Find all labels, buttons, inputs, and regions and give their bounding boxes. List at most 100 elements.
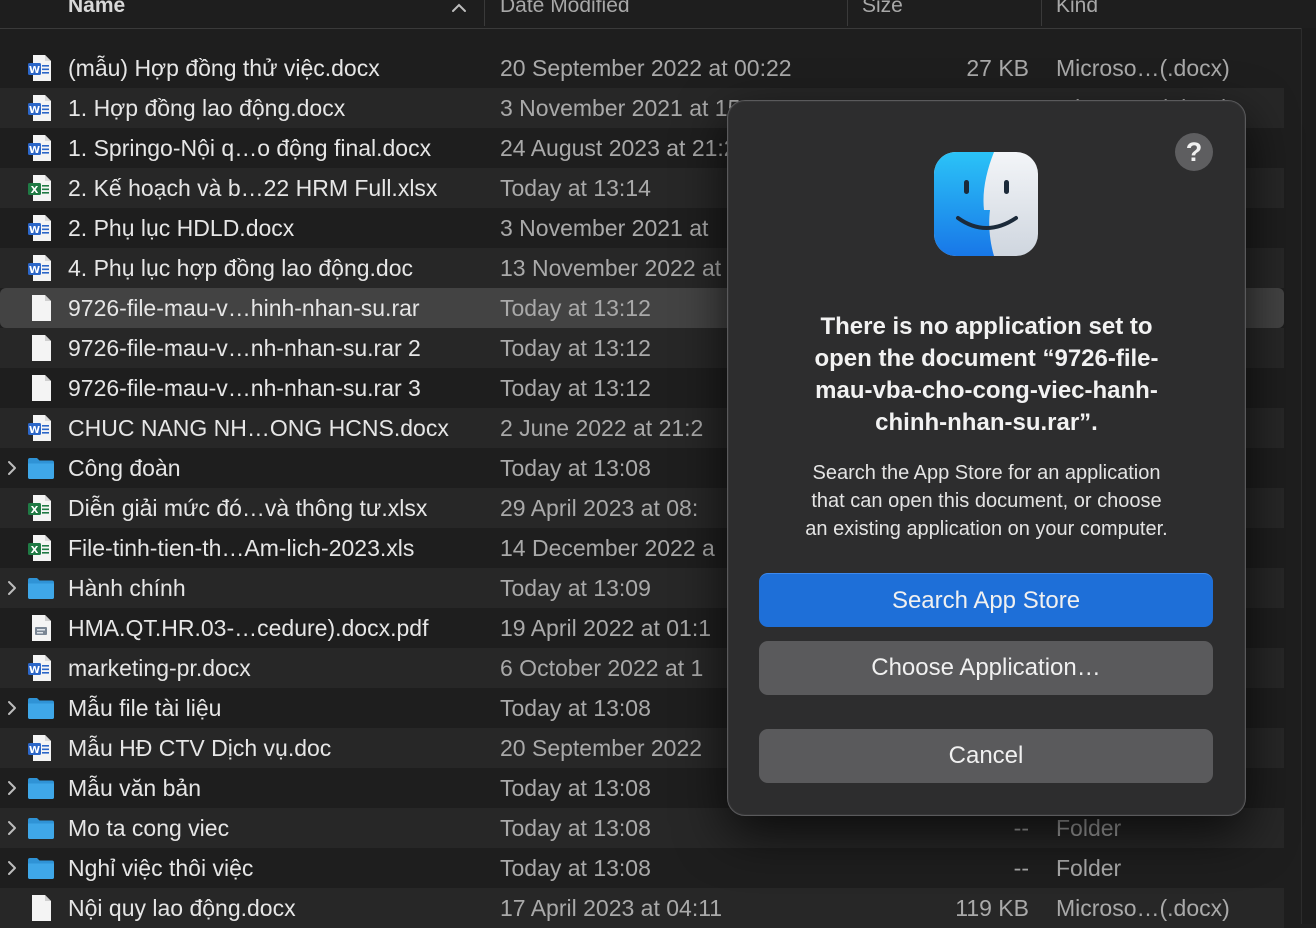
choose-application-button[interactable]: Choose Application… bbox=[759, 641, 1213, 695]
dialog-message: Search the App Store for an application … bbox=[758, 459, 1215, 543]
date-modified: Today at 13:08 bbox=[500, 775, 651, 801]
file-kind: Microso…(.docx) bbox=[1056, 895, 1230, 921]
finder-icon bbox=[934, 152, 1038, 256]
file-size: -- bbox=[1013, 855, 1029, 881]
file-name: Nội quy lao động.docx bbox=[68, 895, 296, 921]
svg-text:W: W bbox=[29, 145, 40, 156]
column-name-header[interactable]: Name bbox=[68, 0, 125, 18]
word-doc-icon: W bbox=[26, 413, 56, 443]
svg-text:W: W bbox=[29, 425, 40, 436]
disclosure-triangle-icon[interactable] bbox=[4, 578, 20, 598]
svg-text:X: X bbox=[31, 505, 39, 516]
column-size-header[interactable]: Size bbox=[862, 0, 903, 18]
date-modified: 2 June 2022 at 21:2 bbox=[500, 415, 704, 441]
vertical-scrollbar[interactable] bbox=[1301, 28, 1316, 924]
folder-icon bbox=[26, 693, 56, 723]
excel-doc-icon: X bbox=[26, 493, 56, 523]
date-modified: Today at 13:12 bbox=[500, 375, 651, 401]
blank-doc-icon bbox=[26, 293, 56, 323]
table-row[interactable]: Nghỉ việc thôi việc Today at 13:08 -- Folde… bbox=[0, 848, 1284, 888]
help-button[interactable]: ? bbox=[1175, 133, 1213, 171]
date-modified: Today at 13:12 bbox=[500, 335, 651, 361]
date-modified: 17 April 2023 at 04:11 bbox=[500, 895, 723, 921]
file-kind: Microso…(.docx) bbox=[1056, 55, 1230, 81]
disclosure-triangle-icon[interactable] bbox=[4, 858, 20, 878]
disclosure-triangle-icon[interactable] bbox=[4, 698, 20, 718]
folder-icon bbox=[26, 453, 56, 483]
dialog-title: There is no application set to open the … bbox=[758, 311, 1215, 439]
date-modified: Today at 13:08 bbox=[500, 455, 651, 481]
blank-doc-icon bbox=[26, 333, 56, 363]
date-modified: 13 November 2022 at bbox=[500, 255, 722, 281]
date-modified: 3 November 2021 at bbox=[500, 215, 709, 241]
file-name: Công đoàn bbox=[68, 455, 181, 481]
file-name: 1. Springo-Nội q…o động final.docx bbox=[68, 135, 432, 161]
no-application-dialog: ? There is no application set to open th… bbox=[727, 100, 1246, 816]
word-doc-icon: W bbox=[26, 733, 56, 763]
column-date-header[interactable]: Date Modified bbox=[500, 0, 630, 18]
column-divider[interactable] bbox=[1041, 0, 1042, 26]
file-name: 2. Kế hoạch và b…22 HRM Full.xlsx bbox=[68, 175, 438, 201]
column-kind-header[interactable]: Kind bbox=[1056, 0, 1098, 18]
disclosure-triangle-icon[interactable] bbox=[4, 458, 20, 478]
file-name: 2. Phụ lục HDLD.docx bbox=[68, 215, 295, 241]
file-name: marketing-pr.docx bbox=[68, 655, 251, 681]
date-modified: 14 December 2022 a bbox=[500, 535, 715, 561]
file-name: File-tinh-tien-th…Am-lich-2023.xls bbox=[68, 535, 415, 561]
svg-text:X: X bbox=[31, 545, 39, 556]
file-name: Mẫu file tài liệu bbox=[68, 695, 222, 721]
word-doc-icon: W bbox=[26, 133, 56, 163]
file-size: 27 KB bbox=[966, 55, 1029, 81]
file-name: Hành chính bbox=[68, 575, 186, 601]
file-name: Nghỉ việc thôi việc bbox=[68, 855, 254, 881]
file-name: (mẫu) Hợp đồng thử việc.docx bbox=[68, 55, 380, 81]
date-modified: 20 September 2022 at 00:22 bbox=[500, 55, 792, 81]
folder-icon bbox=[26, 773, 56, 803]
file-size: 119 KB bbox=[955, 895, 1029, 921]
pdf-doc-icon bbox=[26, 613, 56, 643]
dialog-message-line: that can open this document, or choose bbox=[811, 490, 1162, 512]
svg-text:W: W bbox=[29, 65, 40, 76]
blank-doc-icon bbox=[26, 893, 56, 923]
cancel-button[interactable]: Cancel bbox=[759, 729, 1213, 783]
svg-text:W: W bbox=[29, 745, 40, 756]
word-doc-icon: W bbox=[26, 213, 56, 243]
excel-doc-icon: X bbox=[26, 533, 56, 563]
dialog-title-line: mau-vba-cho-cong-viec-hanh- bbox=[815, 377, 1158, 404]
date-modified: 20 September 2022 bbox=[500, 735, 703, 761]
column-divider[interactable] bbox=[484, 0, 485, 26]
word-doc-icon: W bbox=[26, 653, 56, 683]
disclosure-triangle-icon[interactable] bbox=[4, 778, 20, 798]
table-row[interactable]: Nội quy lao động.docx 17 April 2023 at 04… bbox=[0, 888, 1284, 928]
word-doc-icon: W bbox=[26, 253, 56, 283]
excel-doc-icon: X bbox=[26, 173, 56, 203]
file-kind: Folder bbox=[1056, 815, 1122, 841]
table-row[interactable]: W (mẫu) Hợp đồng thử việc.docx 20 Septemb… bbox=[0, 48, 1284, 88]
date-modified: 24 August 2023 at 21:27 bbox=[500, 135, 750, 161]
date-modified: Today at 13:09 bbox=[500, 575, 651, 601]
svg-text:W: W bbox=[29, 225, 40, 236]
column-divider[interactable] bbox=[847, 0, 848, 26]
blank-doc-icon bbox=[26, 373, 56, 403]
date-modified: Today at 13:08 bbox=[500, 815, 651, 841]
file-size: -- bbox=[1013, 815, 1029, 841]
date-modified: 19 April 2022 at 01:1 bbox=[500, 615, 711, 641]
file-name: CHUC NANG NH…ONG HCNS.docx bbox=[68, 415, 449, 441]
word-doc-icon: W bbox=[26, 93, 56, 123]
file-name: HMA.QT.HR.03-…cedure).docx.pdf bbox=[68, 615, 429, 641]
disclosure-triangle-icon[interactable] bbox=[4, 818, 20, 838]
file-name: 4. Phụ lục hợp đồng lao động.doc bbox=[68, 255, 414, 281]
date-modified: Today at 13:08 bbox=[500, 855, 651, 881]
file-name: Mẫu văn bản bbox=[68, 775, 201, 801]
search-app-store-button[interactable]: Search App Store bbox=[759, 573, 1213, 627]
dialog-title-line: open the document “9726-file- bbox=[814, 345, 1159, 372]
folder-icon bbox=[26, 853, 56, 883]
sort-ascending-icon[interactable] bbox=[450, 0, 468, 17]
date-modified: 6 October 2022 at 1 bbox=[500, 655, 704, 681]
word-doc-icon: W bbox=[26, 53, 56, 83]
date-modified: Today at 13:12 bbox=[500, 295, 651, 321]
date-modified: Today at 13:08 bbox=[500, 695, 651, 721]
folder-icon bbox=[26, 813, 56, 843]
svg-text:W: W bbox=[29, 265, 40, 276]
date-modified: 29 April 2023 at 08: bbox=[500, 495, 699, 521]
